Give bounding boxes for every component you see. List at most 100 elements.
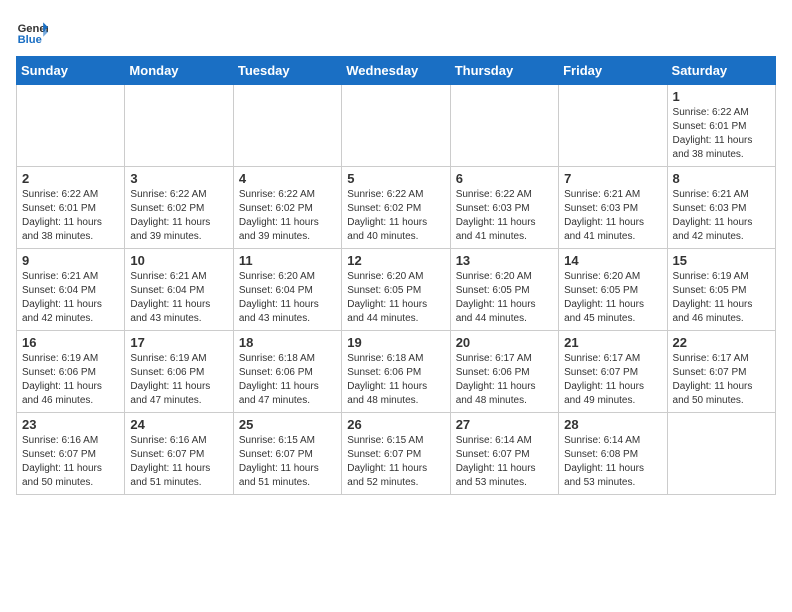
day-info: Sunrise: 6:20 AM Sunset: 6:05 PM Dayligh… (347, 270, 444, 326)
day-number: 9 (22, 253, 119, 268)
day-info: Sunrise: 6:18 AM Sunset: 6:06 PM Dayligh… (239, 352, 336, 408)
day-info: Sunrise: 6:21 AM Sunset: 6:03 PM Dayligh… (564, 188, 661, 244)
calendar-cell: 10Sunrise: 6:21 AM Sunset: 6:04 PM Dayli… (125, 249, 233, 331)
calendar-cell: 11 Sunrise: 6:20 AM Sunset: 6:04 PM Dayli… (233, 249, 341, 331)
day-info: Sunrise: 6:22 AM Sunset: 6:01 PM Dayligh… (22, 188, 119, 244)
day-number: 16 (22, 335, 119, 350)
weekday-header-saturday: Saturday (667, 57, 775, 85)
calendar-cell: 7Sunrise: 6:21 AM Sunset: 6:03 PM Daylig… (559, 167, 667, 249)
day-number: 6 (456, 171, 553, 186)
calendar-table: SundayMondayTuesdayWednesdayThursdayFrid… (16, 56, 776, 495)
week-row-5: 23 Sunrise: 6:16 AM Sunset: 6:07 PM Dayli… (17, 413, 776, 495)
calendar-cell: 26 Sunrise: 6:15 AM Sunset: 6:07 PM Dayli… (342, 413, 450, 495)
day-number: 12 (347, 253, 444, 268)
calendar-cell: 19 Sunrise: 6:18 AM Sunset: 6:06 PM Dayli… (342, 331, 450, 413)
day-number: 22 (673, 335, 770, 350)
calendar-cell: 20 Sunrise: 6:17 AM Sunset: 6:06 PM Dayli… (450, 331, 558, 413)
calendar-cell: 24Sunrise: 6:16 AM Sunset: 6:07 PM Dayli… (125, 413, 233, 495)
calendar-cell: 16 Sunrise: 6:19 AM Sunset: 6:06 PM Dayli… (17, 331, 125, 413)
week-row-1: 1 Sunrise: 6:22 AM Sunset: 6:01 PM Daylig… (17, 85, 776, 167)
calendar-cell (125, 85, 233, 167)
calendar-cell (342, 85, 450, 167)
calendar-cell (17, 85, 125, 167)
day-number: 10 (130, 253, 227, 268)
week-row-4: 16 Sunrise: 6:19 AM Sunset: 6:06 PM Dayli… (17, 331, 776, 413)
calendar-cell: 3 Sunrise: 6:22 AM Sunset: 6:02 PM Daylig… (125, 167, 233, 249)
day-info: Sunrise: 6:20 AM Sunset: 6:04 PM Dayligh… (239, 270, 336, 326)
day-info: Sunrise: 6:20 AM Sunset: 6:05 PM Dayligh… (564, 270, 661, 326)
calendar-cell: 28 Sunrise: 6:14 AM Sunset: 6:08 PM Dayli… (559, 413, 667, 495)
day-number: 27 (456, 417, 553, 432)
calendar-cell: 18 Sunrise: 6:18 AM Sunset: 6:06 PM Dayli… (233, 331, 341, 413)
day-info: Sunrise: 6:14 AM Sunset: 6:07 PM Dayligh… (456, 434, 553, 490)
calendar-cell (450, 85, 558, 167)
weekday-header-tuesday: Tuesday (233, 57, 341, 85)
day-info: Sunrise: 6:16 AM Sunset: 6:07 PM Dayligh… (22, 434, 119, 490)
day-number: 20 (456, 335, 553, 350)
calendar-cell: 2 Sunrise: 6:22 AM Sunset: 6:01 PM Daylig… (17, 167, 125, 249)
weekday-header-friday: Friday (559, 57, 667, 85)
day-info: Sunrise: 6:22 AM Sunset: 6:02 PM Dayligh… (239, 188, 336, 244)
page-header: General Blue (16, 16, 776, 48)
logo: General Blue (16, 16, 52, 48)
day-info: Sunrise: 6:22 AM Sunset: 6:02 PM Dayligh… (347, 188, 444, 244)
calendar-cell: 15 Sunrise: 6:19 AM Sunset: 6:05 PM Dayli… (667, 249, 775, 331)
day-info: Sunrise: 6:15 AM Sunset: 6:07 PM Dayligh… (239, 434, 336, 490)
calendar-cell: 17 Sunrise: 6:19 AM Sunset: 6:06 PM Dayli… (125, 331, 233, 413)
logo-icon: General Blue (16, 16, 48, 48)
calendar-cell: 13 Sunrise: 6:20 AM Sunset: 6:05 PM Dayli… (450, 249, 558, 331)
day-info: Sunrise: 6:17 AM Sunset: 6:07 PM Dayligh… (564, 352, 661, 408)
day-number: 21 (564, 335, 661, 350)
day-info: Sunrise: 6:20 AM Sunset: 6:05 PM Dayligh… (456, 270, 553, 326)
day-number: 26 (347, 417, 444, 432)
weekday-header-row: SundayMondayTuesdayWednesdayThursdayFrid… (17, 57, 776, 85)
calendar-cell: 8 Sunrise: 6:21 AM Sunset: 6:03 PM Daylig… (667, 167, 775, 249)
day-number: 24 (130, 417, 227, 432)
day-info: Sunrise: 6:22 AM Sunset: 6:02 PM Dayligh… (130, 188, 227, 244)
day-info: Sunrise: 6:19 AM Sunset: 6:06 PM Dayligh… (130, 352, 227, 408)
calendar-cell: 4 Sunrise: 6:22 AM Sunset: 6:02 PM Daylig… (233, 167, 341, 249)
day-info: Sunrise: 6:19 AM Sunset: 6:06 PM Dayligh… (22, 352, 119, 408)
day-number: 18 (239, 335, 336, 350)
day-number: 25 (239, 417, 336, 432)
day-info: Sunrise: 6:14 AM Sunset: 6:08 PM Dayligh… (564, 434, 661, 490)
calendar-cell: 14Sunrise: 6:20 AM Sunset: 6:05 PM Dayli… (559, 249, 667, 331)
weekday-header-thursday: Thursday (450, 57, 558, 85)
day-number: 15 (673, 253, 770, 268)
day-info: Sunrise: 6:21 AM Sunset: 6:04 PM Dayligh… (22, 270, 119, 326)
day-info: Sunrise: 6:19 AM Sunset: 6:05 PM Dayligh… (673, 270, 770, 326)
day-number: 8 (673, 171, 770, 186)
calendar-cell: 1 Sunrise: 6:22 AM Sunset: 6:01 PM Daylig… (667, 85, 775, 167)
day-number: 19 (347, 335, 444, 350)
day-info: Sunrise: 6:22 AM Sunset: 6:03 PM Dayligh… (456, 188, 553, 244)
day-info: Sunrise: 6:18 AM Sunset: 6:06 PM Dayligh… (347, 352, 444, 408)
day-number: 1 (673, 89, 770, 104)
day-number: 28 (564, 417, 661, 432)
calendar-cell: 21 Sunrise: 6:17 AM Sunset: 6:07 PM Dayli… (559, 331, 667, 413)
svg-text:Blue: Blue (18, 34, 42, 46)
calendar-cell (233, 85, 341, 167)
day-number: 23 (22, 417, 119, 432)
calendar-cell: 27 Sunrise: 6:14 AM Sunset: 6:07 PM Dayli… (450, 413, 558, 495)
weekday-header-wednesday: Wednesday (342, 57, 450, 85)
weekday-header-sunday: Sunday (17, 57, 125, 85)
day-info: Sunrise: 6:21 AM Sunset: 6:03 PM Dayligh… (673, 188, 770, 244)
calendar-cell (559, 85, 667, 167)
day-number: 13 (456, 253, 553, 268)
day-number: 11 (239, 253, 336, 268)
day-number: 17 (130, 335, 227, 350)
weekday-header-monday: Monday (125, 57, 233, 85)
week-row-3: 9 Sunrise: 6:21 AM Sunset: 6:04 PM Daylig… (17, 249, 776, 331)
day-number: 3 (130, 171, 227, 186)
day-info: Sunrise: 6:22 AM Sunset: 6:01 PM Dayligh… (673, 106, 770, 162)
calendar-cell: 12 Sunrise: 6:20 AM Sunset: 6:05 PM Dayli… (342, 249, 450, 331)
week-row-2: 2 Sunrise: 6:22 AM Sunset: 6:01 PM Daylig… (17, 167, 776, 249)
day-info: Sunrise: 6:15 AM Sunset: 6:07 PM Dayligh… (347, 434, 444, 490)
day-number: 4 (239, 171, 336, 186)
day-number: 2 (22, 171, 119, 186)
calendar-cell: 9 Sunrise: 6:21 AM Sunset: 6:04 PM Daylig… (17, 249, 125, 331)
day-info: Sunrise: 6:17 AM Sunset: 6:07 PM Dayligh… (673, 352, 770, 408)
day-info: Sunrise: 6:17 AM Sunset: 6:06 PM Dayligh… (456, 352, 553, 408)
calendar-cell: 5Sunrise: 6:22 AM Sunset: 6:02 PM Daylig… (342, 167, 450, 249)
calendar-cell: 25 Sunrise: 6:15 AM Sunset: 6:07 PM Dayli… (233, 413, 341, 495)
